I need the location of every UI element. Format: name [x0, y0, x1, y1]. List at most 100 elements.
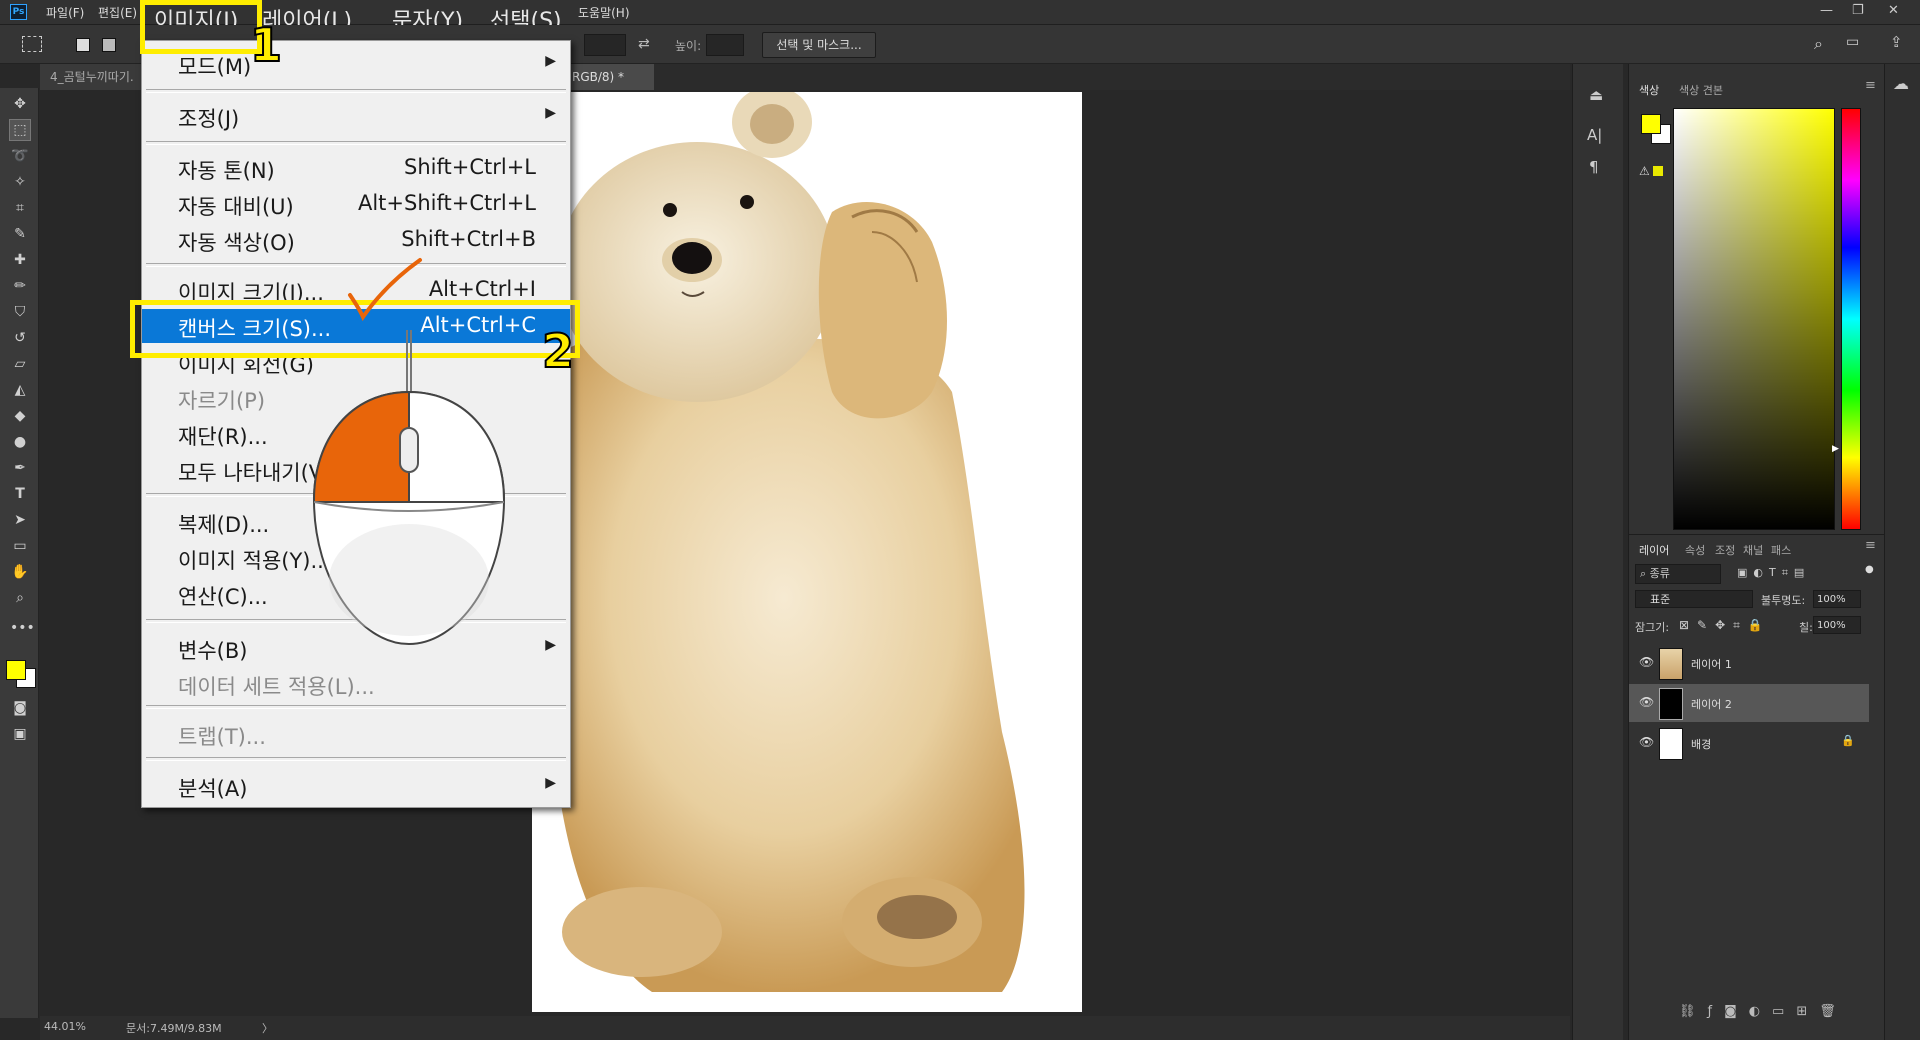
share-icon[interactable]: ⇪	[1890, 33, 1903, 51]
layer-thumbnail	[1659, 688, 1683, 720]
eyedropper-icon[interactable]: ✎	[10, 224, 30, 244]
menu-file[interactable]: 파일(F)	[46, 4, 84, 21]
healing-brush-icon[interactable]: ✚	[10, 250, 30, 270]
height-field[interactable]	[706, 34, 744, 56]
screen-mode-icon[interactable]: ▣	[10, 724, 30, 744]
minimize-icon[interactable]: —	[1820, 3, 1833, 18]
workspace-icon[interactable]: ▭	[1846, 34, 1859, 50]
new-selection-icon[interactable]	[76, 38, 90, 52]
menu-item-auto-contrast[interactable]: 자동 대비(U) Alt+Shift+Ctrl+L	[142, 187, 570, 221]
layer-name[interactable]: 레이어 1	[1691, 656, 1732, 672]
hand-icon[interactable]: ✋	[10, 562, 30, 582]
dodge-icon[interactable]: ●	[10, 432, 30, 452]
layer-row[interactable]: 👁 배경 🔒	[1629, 724, 1869, 762]
layer-name[interactable]: 배경	[1691, 736, 1711, 752]
fill-field[interactable]: 100%	[1813, 616, 1861, 634]
visibility-eye-icon[interactable]: 👁	[1639, 655, 1654, 669]
lock-label: 잠그기:	[1635, 621, 1670, 634]
menu-item-adjustments[interactable]: 조정(J) ▶	[142, 99, 570, 133]
menu-item-analysis[interactable]: 분석(A) ▶	[142, 769, 570, 803]
menu-item-apply-data-set[interactable]: 데이터 세트 적용(L)...	[142, 667, 570, 701]
history-icon[interactable]: ⏏	[1589, 86, 1603, 104]
select-and-mask-button[interactable]: 선택 및 마스크...	[762, 32, 876, 58]
type-tool-icon[interactable]: T	[10, 484, 30, 504]
tab-adjustments[interactable]: 조정	[1715, 542, 1735, 558]
filter-type-icons[interactable]: ▣◐T⌗▤	[1737, 566, 1810, 580]
layers-menu-icon[interactable]: ≡	[1865, 538, 1876, 553]
menu-item-auto-color[interactable]: 자동 색상(O) Shift+Ctrl+B	[142, 223, 570, 257]
history-brush-icon[interactable]: ↺	[10, 328, 30, 348]
status-bar: 44.01% 문서:7.49M/9.83M 〉	[40, 1016, 1570, 1040]
tools-panel: ✥ ⬚ ➰ ✧ ⌗ ✎ ✚ ✏ ⛉ ↺ ▱ ◭ ◆ ● ✒ T ➤ ▭ ✋ ⌕ …	[0, 88, 39, 1018]
path-selection-icon[interactable]: ➤	[10, 510, 30, 530]
gamut-warning-icon[interactable]: ⚠	[1639, 164, 1650, 178]
menu-separator	[146, 89, 566, 93]
move-tool-icon[interactable]: ✥	[10, 94, 30, 114]
menu-help[interactable]: 도움말(H)	[578, 4, 630, 21]
blend-mode-select[interactable]: 표준	[1635, 590, 1753, 608]
panel-menu-icon[interactable]: ≡	[1865, 78, 1876, 93]
blur-icon[interactable]: ◆	[10, 406, 30, 426]
height-label: 높이:	[675, 39, 702, 53]
layer-filter-select[interactable]: ⌕ 종류	[1635, 564, 1721, 584]
hue-slider[interactable]	[1841, 108, 1861, 530]
lasso-icon[interactable]: ➰	[10, 146, 30, 166]
eraser-icon[interactable]: ▱	[10, 354, 30, 374]
add-selection-icon[interactable]	[102, 38, 116, 52]
menu-item-trap[interactable]: 트랩(T)...	[142, 717, 570, 751]
tab-color[interactable]: 색상	[1639, 82, 1659, 98]
color-field[interactable]	[1673, 108, 1835, 530]
lock-icon: 🔒	[1841, 734, 1855, 747]
close-icon[interactable]: ✕	[1888, 3, 1899, 18]
opacity-field[interactable]: 100%	[1813, 590, 1861, 608]
menu-item-auto-tone[interactable]: 자동 톤(N) Shift+Ctrl+L	[142, 151, 570, 185]
paint-bucket-icon[interactable]: ◭	[10, 380, 30, 400]
lock-options-icons[interactable]: ⊠✎✥⌗🔒	[1679, 618, 1771, 633]
width-field[interactable]	[584, 34, 626, 56]
document-canvas[interactable]	[532, 92, 1082, 1012]
opacity-label: 불투명도:	[1761, 594, 1806, 607]
layer-row[interactable]: 👁 레이어 1	[1629, 644, 1869, 682]
magic-wand-icon[interactable]: ✧	[10, 172, 30, 192]
swap-icon[interactable]: ⇄	[638, 36, 650, 52]
menu-edit[interactable]: 편집(E)	[98, 4, 137, 21]
color-foreground-swatch[interactable]	[1641, 114, 1661, 134]
foreground-color-swatch[interactable]	[6, 660, 26, 680]
brush-icon[interactable]: ✏	[10, 276, 30, 296]
status-menu-arrow[interactable]: 〉	[262, 1020, 273, 1036]
tab-layers[interactable]: 레이어	[1639, 542, 1669, 558]
libraries-icon[interactable]: ☁	[1893, 74, 1909, 93]
restore-icon[interactable]: ❐	[1852, 3, 1864, 18]
zoom-level[interactable]: 44.01%	[44, 1020, 86, 1033]
layers-footer-icons[interactable]: ⛓ƒ◙◐▭⊞🗑	[1629, 1004, 1884, 1034]
photoshop-logo: Ps	[10, 4, 27, 20]
tab-paths[interactable]: 패스	[1771, 542, 1791, 558]
search-icon[interactable]: ⌕	[1814, 34, 1823, 54]
zoom-icon[interactable]: ⌕	[10, 588, 30, 608]
tab-document-active[interactable]: RGB/8) * ×	[562, 64, 654, 110]
filter-toggle-icon[interactable]: ●	[1865, 564, 1874, 575]
tab-swatches[interactable]: 색상 견본	[1679, 82, 1723, 98]
submenu-arrow-icon: ▶	[545, 637, 556, 653]
quick-mask-icon[interactable]: ◙	[10, 698, 30, 718]
character-panel-icon[interactable]: A|	[1587, 126, 1602, 144]
layer-thumbnail	[1659, 648, 1683, 680]
layer-name[interactable]: 레이어 2	[1691, 696, 1732, 712]
rectangle-shape-icon[interactable]: ▭	[10, 536, 30, 556]
menu-bar: Ps 파일(F) 편집(E) 이미지(I) 레이어(L) 문자(Y) 선택(S)…	[0, 0, 1920, 34]
gamut-swatch[interactable]	[1653, 166, 1663, 176]
marquee-tool-icon[interactable]	[22, 36, 42, 52]
hue-slider-marker[interactable]: ▶	[1832, 444, 1839, 454]
pen-icon[interactable]: ✒	[10, 458, 30, 478]
visibility-eye-icon[interactable]: 👁	[1639, 735, 1654, 749]
visibility-eye-icon[interactable]: 👁	[1639, 695, 1654, 709]
tab-document-title: RGB/8) *	[572, 70, 625, 84]
more-tools-icon[interactable]: •••	[10, 618, 35, 638]
tab-properties[interactable]: 속성	[1685, 542, 1705, 558]
layer-row-selected[interactable]: 👁 레이어 2	[1629, 684, 1869, 722]
rectangular-marquee-icon[interactable]: ⬚	[9, 119, 31, 141]
paragraph-panel-icon[interactable]: ¶	[1589, 158, 1599, 176]
clone-stamp-icon[interactable]: ⛉	[10, 302, 30, 322]
crop-icon[interactable]: ⌗	[10, 198, 30, 218]
tab-channels[interactable]: 채널	[1743, 542, 1763, 558]
